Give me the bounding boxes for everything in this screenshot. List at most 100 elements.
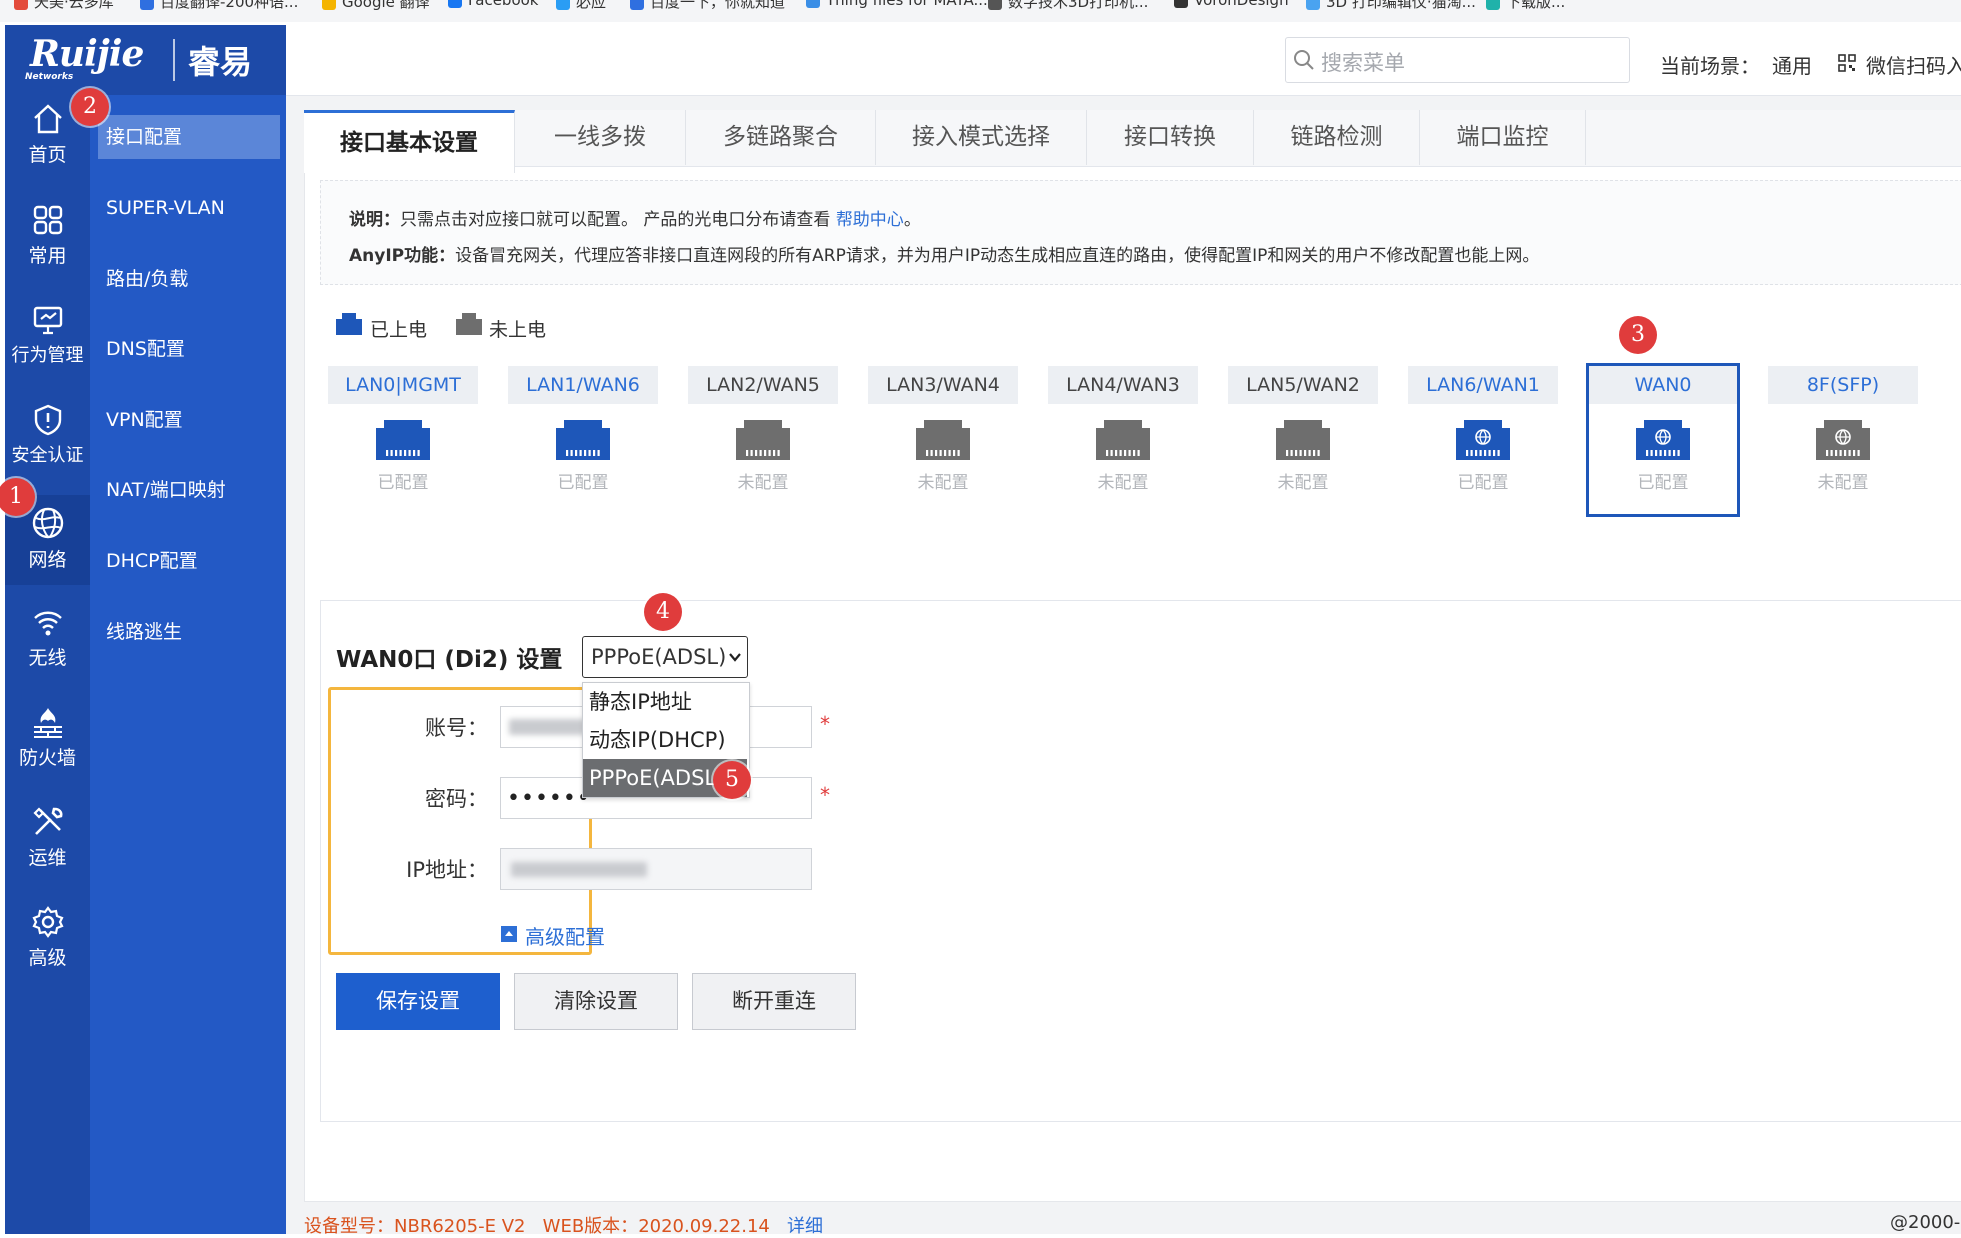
port-8f-sfp-[interactable]: 8F(SFP) 未配置 bbox=[1768, 366, 1918, 493]
ethernet-port-icon bbox=[916, 420, 970, 460]
submenu-line-escape[interactable]: 线路逃生 bbox=[90, 610, 286, 654]
rail-advanced[interactable]: 高级 bbox=[5, 905, 90, 975]
tab-link-detect[interactable]: 链路检测 bbox=[1254, 110, 1420, 165]
port-powered-legend-icon bbox=[336, 313, 362, 335]
port-status: 已配置 bbox=[377, 473, 429, 493]
tab-bar: 接口基本设置 一线多拨 多链路聚合 接入模式选择 接口转换 链路检测 端口监控 bbox=[304, 110, 1961, 173]
account-label: 账号： bbox=[425, 716, 488, 740]
port-lan3-wan4[interactable]: LAN3/WAN4 未配置 bbox=[868, 366, 1018, 493]
submenu-dns[interactable]: DNS配置 bbox=[90, 327, 286, 371]
bookmark[interactable]: 下载版... bbox=[1486, 0, 1565, 12]
tab-basic-settings[interactable]: 接口基本设置 bbox=[304, 110, 515, 173]
copyright: @2000-2 bbox=[1890, 1212, 1961, 1233]
connection-type-select[interactable]: PPPoE(ADSL) bbox=[582, 636, 748, 678]
logo-divider bbox=[173, 39, 175, 81]
logo-brand: Ruijie bbox=[30, 33, 144, 75]
bookmark[interactable]: VoronDesign bbox=[1174, 0, 1289, 9]
scene-value[interactable]: 通用 bbox=[1772, 50, 1812, 79]
rail-behavior[interactable]: 行为管理 bbox=[5, 303, 90, 373]
port-lan2-wan5[interactable]: LAN2/WAN5 未配置 bbox=[688, 366, 838, 493]
ethernet-port-icon bbox=[1276, 420, 1330, 460]
blurred-value bbox=[511, 862, 647, 877]
rail-security[interactable]: 安全认证 bbox=[5, 403, 90, 473]
tab-port-monitor[interactable]: 端口监控 bbox=[1420, 110, 1586, 165]
ip-address-label: IP地址： bbox=[406, 858, 488, 882]
required-mark: * bbox=[820, 783, 830, 807]
advanced-config-link[interactable]: 高级配置 bbox=[525, 921, 605, 950]
bookmark[interactable]: 百度一下，你就知道 bbox=[630, 0, 785, 12]
logo: Ruijie Networks 睿易 bbox=[5, 25, 286, 95]
port-label: LAN3/WAN4 bbox=[868, 366, 1018, 404]
rail-label: 高级 bbox=[28, 947, 67, 969]
submenu-nat[interactable]: NAT/端口映射 bbox=[90, 468, 286, 512]
reconnect-button[interactable]: 断开重连 bbox=[692, 973, 856, 1030]
port-lan0-mgmt[interactable]: LAN0|MGMT 已配置 bbox=[328, 366, 478, 493]
wechat-scan-link[interactable]: 微信扫码入 bbox=[1866, 50, 1961, 79]
qrcode-icon bbox=[1838, 54, 1856, 72]
bookmark[interactable]: 数字技术3D打印机... bbox=[988, 0, 1148, 12]
ethernet-port-icon bbox=[556, 420, 610, 460]
bookmark[interactable]: 天美·云多库 bbox=[14, 0, 114, 12]
step-badge-3: 3 bbox=[1619, 316, 1657, 354]
wifi-icon bbox=[33, 611, 62, 636]
rail-label: 防火墙 bbox=[18, 747, 76, 769]
bookmark[interactable]: 必应 bbox=[556, 0, 606, 12]
port-label: LAN1/WAN6 bbox=[508, 366, 658, 404]
option-dhcp[interactable]: 动态IP(DHCP) bbox=[583, 721, 747, 759]
submenu-interface-config[interactable]: 接口配置 bbox=[98, 115, 280, 159]
info-line-2: AnyIP功能：设备冒充网关，代理应答非接口直连网段的所有ARP请求，并为用户I… bbox=[349, 246, 1540, 266]
bookmark[interactable]: Facebook bbox=[448, 0, 538, 9]
ethernet-port-icon bbox=[736, 420, 790, 460]
grid-icon bbox=[33, 205, 62, 235]
port-label: LAN6/WAN1 bbox=[1408, 366, 1558, 404]
step-badge-4: 4 bbox=[644, 593, 682, 631]
port-label: LAN0|MGMT bbox=[328, 366, 478, 404]
submenu-routing[interactable]: 路由/负载 bbox=[90, 257, 286, 301]
port-label: LAN5/WAN2 bbox=[1228, 366, 1378, 404]
legend-powered: 已上电 bbox=[370, 319, 428, 341]
option-static-ip[interactable]: 静态IP地址 bbox=[583, 683, 747, 721]
info-line-1: 说明：只需点击对应接口就可以配置。 产品的光电口分布请查看 帮助中心。 bbox=[349, 210, 921, 230]
tab-access-mode[interactable]: 接入模式选择 bbox=[876, 110, 1087, 165]
clear-button[interactable]: 清除设置 bbox=[514, 973, 678, 1030]
step-badge-5: 5 bbox=[713, 761, 751, 799]
port-status: 已配置 bbox=[557, 473, 609, 493]
help-center-link[interactable]: 帮助中心 bbox=[836, 210, 904, 230]
rail-label: 无线 bbox=[28, 647, 67, 669]
port-status: 未配置 bbox=[1097, 473, 1149, 493]
rail-ops[interactable]: 运维 bbox=[5, 805, 90, 875]
rail-label: 常用 bbox=[28, 245, 67, 267]
submenu-vpn[interactable]: VPN配置 bbox=[90, 398, 286, 442]
tab-multi-dial[interactable]: 一线多拨 bbox=[515, 110, 686, 165]
bookmark[interactable]: Google 翻译 bbox=[322, 0, 430, 12]
rail-wireless[interactable]: 无线 bbox=[5, 605, 90, 675]
blurred-value bbox=[509, 719, 585, 735]
bookmark[interactable]: 3D 打印编辑仪·猫淘... bbox=[1306, 0, 1476, 12]
save-button[interactable]: 保存设置 bbox=[336, 973, 500, 1030]
footer-info: 设备型号：NBR6205-E V2 WEB版本：2020.09.22.14 详细 bbox=[304, 1216, 824, 1237]
search-placeholder: 搜索菜单 bbox=[1321, 51, 1405, 75]
rail-firewall[interactable]: 防火墙 bbox=[5, 705, 90, 775]
port-label: 8F(SFP) bbox=[1768, 366, 1918, 404]
submenu-super-vlan[interactable]: SUPER-VLAN bbox=[90, 186, 286, 230]
tools-icon bbox=[32, 807, 62, 835]
port-label: LAN4/WAN3 bbox=[1048, 366, 1198, 404]
port-status: 未配置 bbox=[1817, 473, 1869, 493]
port-lan5-wan2[interactable]: LAN5/WAN2 未配置 bbox=[1228, 366, 1378, 493]
logo-sub: Networks bbox=[25, 72, 74, 82]
wan-settings-title: WAN0口 (Di2) 设置 bbox=[336, 647, 563, 673]
port-lan1-wan6[interactable]: LAN1/WAN6 已配置 bbox=[508, 366, 658, 493]
rail-label: 运维 bbox=[28, 847, 67, 869]
port-status: 未配置 bbox=[737, 473, 789, 493]
submenu-dhcp[interactable]: DHCP配置 bbox=[90, 539, 286, 583]
tab-interface-convert[interactable]: 接口转换 bbox=[1087, 110, 1254, 165]
port-lan4-wan3[interactable]: LAN4/WAN3 未配置 bbox=[1048, 366, 1198, 493]
port-lan6-wan1[interactable]: LAN6/WAN1 已配置 bbox=[1408, 366, 1558, 493]
home-icon bbox=[33, 104, 62, 134]
tab-link-aggregation[interactable]: 多链路聚合 bbox=[686, 110, 876, 165]
bookmark[interactable]: Thing files for MAYA... bbox=[806, 0, 988, 9]
ip-address-field bbox=[500, 848, 812, 890]
bookmark[interactable]: 百度翻译-200种语... bbox=[140, 0, 298, 12]
rail-common[interactable]: 常用 bbox=[5, 203, 90, 273]
legend-unpowered: 未上电 bbox=[489, 319, 547, 341]
